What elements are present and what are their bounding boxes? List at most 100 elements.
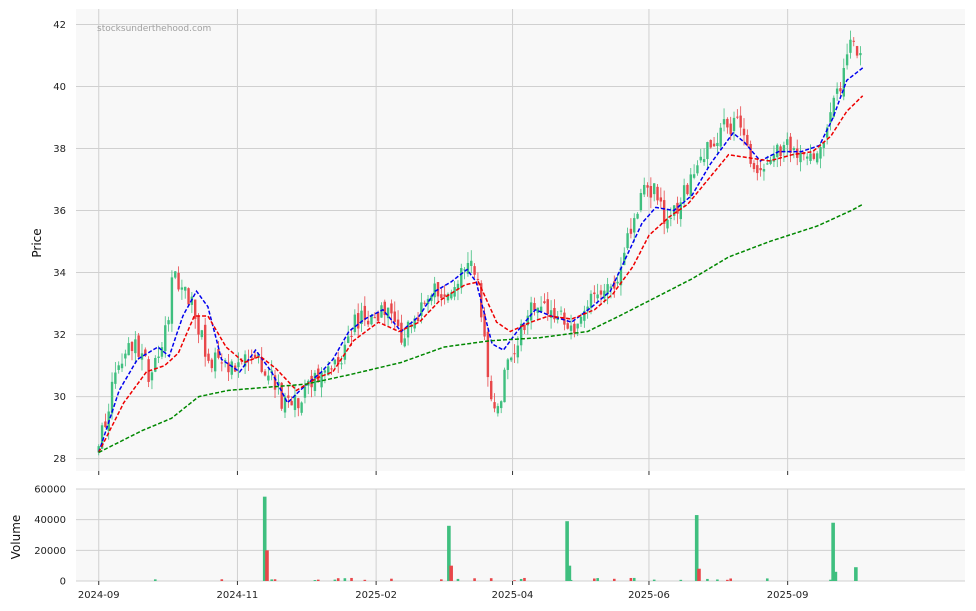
candle-body (812, 153, 816, 159)
volume-bar (697, 568, 701, 581)
volume-bar (440, 579, 443, 581)
candle-body (593, 292, 596, 295)
price-y-tick-label: 40 (53, 82, 66, 93)
candle-body (722, 119, 726, 125)
candle-body (290, 400, 293, 406)
candle-body (546, 299, 549, 315)
volume-bar (726, 579, 729, 581)
candle-body (513, 353, 516, 355)
candle-body (114, 372, 117, 384)
candle-body (666, 219, 669, 229)
candle-body (373, 317, 377, 319)
candle-body (639, 193, 643, 211)
candle-body (752, 163, 756, 170)
candle-body (396, 319, 400, 327)
candle-body (380, 305, 383, 318)
candle-body (134, 339, 137, 354)
candle-body (716, 142, 719, 147)
candle-body (855, 46, 859, 56)
x-tick-label: 2025-02 (355, 590, 397, 601)
candle-body (230, 361, 233, 375)
volume-bar (523, 577, 526, 581)
candle-body (646, 185, 649, 188)
candle-body (267, 375, 270, 381)
candle-body (207, 353, 210, 361)
volume-bar (513, 580, 516, 581)
x-tick-label: 2024-11 (217, 590, 259, 601)
candle-body (473, 266, 476, 275)
candle-body (150, 372, 154, 381)
candle-body (300, 402, 303, 413)
volume-bar (629, 577, 633, 581)
candle-body (220, 362, 224, 364)
candle-body (499, 401, 503, 409)
candle-body (596, 294, 599, 299)
stock-chart: stocksunderthehood.com 2830323436384042 … (9, 9, 965, 601)
candle-body (616, 281, 619, 284)
candle-body (124, 353, 127, 359)
candle-body (656, 186, 659, 201)
candle-body (792, 148, 796, 150)
volume-bar (679, 579, 683, 581)
candle-body (805, 156, 809, 159)
candle-body (776, 144, 779, 158)
candle-body (476, 278, 480, 280)
candle-body (849, 39, 852, 53)
volume-bar (706, 578, 709, 581)
candle-body (353, 314, 357, 333)
volume-bar (316, 579, 320, 581)
volume-bar (273, 579, 277, 581)
candle-body (759, 168, 762, 171)
volume-axis-title: Volume (9, 515, 23, 560)
volume-bar (833, 571, 838, 581)
candle-body (599, 290, 603, 295)
candle-body (346, 336, 350, 343)
candle-body (786, 139, 789, 145)
candle-body (340, 363, 343, 365)
volume-y-tick-label: 0 (60, 577, 66, 588)
candle-body (184, 286, 187, 291)
watermark: stocksunderthehood.com (97, 24, 211, 34)
volume-bar (363, 579, 367, 581)
candle-body (859, 53, 862, 56)
price-y-tick-label: 36 (53, 206, 66, 217)
candle-body (692, 174, 696, 178)
candle-body (210, 359, 214, 369)
candle-body (762, 168, 766, 172)
candle-body (652, 183, 656, 195)
candle-body (503, 369, 506, 403)
candle-body (177, 272, 180, 290)
candle-body (297, 398, 300, 409)
x-tick-label: 2025-04 (492, 590, 534, 601)
candle-body (633, 218, 636, 233)
volume-bar (519, 578, 523, 581)
x-tick-label: 2024-09 (78, 590, 120, 601)
candle-body (416, 317, 420, 322)
candle-body (739, 115, 742, 128)
x-tick-label: 2025-06 (628, 590, 670, 601)
candle-body (506, 359, 510, 370)
candle-body (686, 184, 689, 195)
candle-body (589, 293, 593, 308)
candle-body (167, 320, 170, 325)
candle-body (579, 316, 583, 324)
volume-bar (449, 565, 453, 581)
volume-bar (854, 567, 858, 581)
candle-body (350, 335, 353, 338)
candle-body (852, 40, 855, 42)
candle-body (809, 153, 812, 161)
candle-body (343, 344, 347, 360)
candle-body (736, 116, 739, 118)
candle-body (835, 88, 839, 94)
candle-body (490, 380, 493, 400)
candle-body (626, 233, 629, 249)
candle-body (263, 371, 267, 376)
candle-body (486, 331, 490, 378)
volume-y-tick-labels: 0 20000 40000 60000 (34, 485, 66, 588)
candle-body (799, 152, 802, 163)
volume-bar (473, 578, 476, 581)
candle-body (117, 365, 120, 370)
volume-bar (716, 579, 719, 581)
candle-body (576, 323, 579, 329)
candle-body (237, 362, 240, 368)
